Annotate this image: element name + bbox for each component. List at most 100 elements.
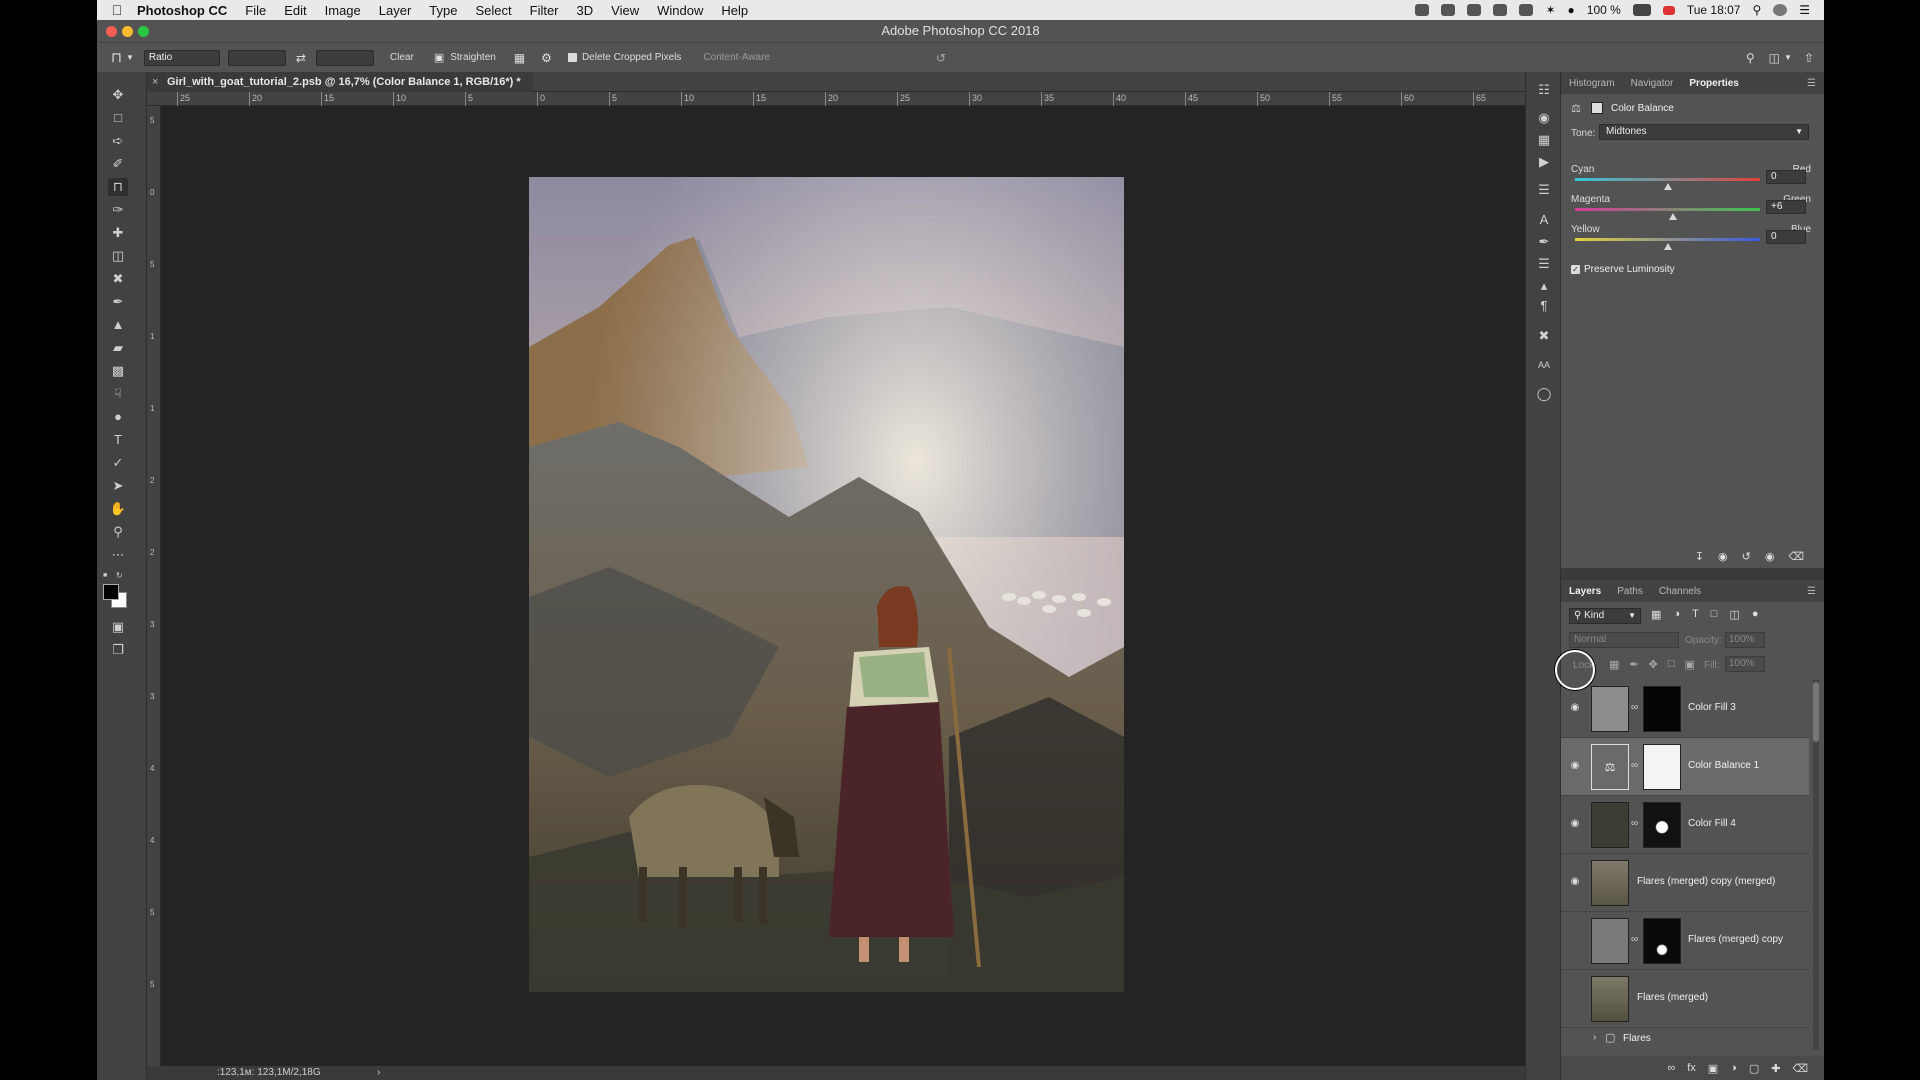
layer-name[interactable]: Flares (merged) copy (merged)	[1637, 876, 1775, 887]
layer-row[interactable]: ◉ ∞ Flares (merged) copy	[1561, 912, 1809, 970]
battery-icon[interactable]	[1632, 4, 1651, 16]
layers-scrollbar-thumb[interactable]	[1813, 682, 1819, 742]
opacity-input[interactable]: 100%	[1725, 632, 1765, 648]
crop-tool-preset-icon[interactable]: ⊓	[111, 49, 122, 66]
canvas-area[interactable]	[161, 106, 1525, 1071]
tab-layers[interactable]: Layers	[1561, 586, 1609, 602]
yellow-blue-value[interactable]: 0	[1766, 230, 1806, 244]
magenta-green-track[interactable]	[1575, 208, 1760, 211]
lock-all-icon[interactable]: ▣	[1685, 658, 1695, 671]
chevron-down-icon[interactable]: ▼	[126, 53, 134, 62]
new-layer-icon[interactable]: ✚	[1771, 1062, 1780, 1075]
menu-view[interactable]: View	[611, 3, 639, 18]
learn-lightbulb-icon[interactable]: ◯	[1536, 386, 1552, 402]
brush-tool-icon[interactable]: ✒	[108, 293, 128, 311]
color-icon[interactable]: ◉	[1536, 110, 1552, 126]
document-size-info[interactable]: :123,1м: 123,1M/2,18G	[217, 1066, 321, 1080]
delete-layer-icon[interactable]: ⌫	[1792, 1062, 1808, 1075]
status-menu-arrow-icon[interactable]: ›	[377, 1066, 380, 1080]
minimize-window-button[interactable]	[122, 26, 133, 37]
spotlight-icon[interactable]: ⚲	[1752, 3, 1761, 17]
new-adjustment-layer-icon[interactable]: ◑	[1730, 1062, 1737, 1074]
group-name[interactable]: Flares	[1623, 1033, 1651, 1044]
menu-type[interactable]: Type	[429, 3, 457, 18]
default-colors-icon[interactable]: ■	[103, 572, 113, 580]
clock[interactable]: Tue 18:07	[1687, 3, 1741, 17]
move-tool-icon[interactable]: ✥	[108, 86, 128, 104]
menu-layer[interactable]: Layer	[379, 3, 412, 18]
layer-name[interactable]: Flares (merged)	[1637, 992, 1708, 1003]
quick-mask-icon[interactable]: ▣	[108, 618, 128, 636]
layer-name[interactable]: Color Fill 3	[1688, 702, 1736, 713]
zoom-window-button[interactable]	[138, 26, 149, 37]
height-input[interactable]	[315, 49, 374, 66]
menu-filter[interactable]: Filter	[530, 3, 559, 18]
menu-window[interactable]: Window	[657, 3, 703, 18]
crop-tool-icon[interactable]: ⊓	[108, 178, 128, 196]
filter-smart-object-icon[interactable]: ◫	[1729, 608, 1739, 621]
hand-tool-icon[interactable]: ✋	[108, 500, 128, 518]
yellow-blue-thumb[interactable]	[1663, 243, 1672, 250]
fill-input[interactable]: 100%	[1725, 656, 1765, 672]
width-input[interactable]	[227, 49, 286, 66]
workspace-icon[interactable]: ◫	[1769, 51, 1780, 65]
layer-row[interactable]: ◉ ∞ Color Fill 3	[1561, 680, 1809, 738]
app-menu[interactable]: Photoshop CC	[137, 3, 227, 18]
layer-visibility-eye-icon[interactable]: ◉	[1569, 818, 1581, 830]
ratio-select[interactable]: Ratio	[143, 49, 220, 66]
character-icon[interactable]: A	[1536, 212, 1552, 228]
delete-cropped-checkbox[interactable]	[567, 53, 577, 62]
notification-center-icon[interactable]: ☰	[1799, 3, 1810, 17]
status-record-icon[interactable]	[1415, 4, 1430, 16]
layers-menu-icon[interactable]: ☰	[1799, 586, 1824, 602]
layer-mask-thumbnail[interactable]	[1643, 918, 1681, 964]
siri-icon[interactable]	[1773, 4, 1788, 16]
lock-image-icon[interactable]: ✒	[1629, 658, 1638, 671]
tab-channels[interactable]: Channels	[1651, 586, 1709, 602]
reset-adjustment-icon[interactable]: ↺	[1742, 550, 1751, 563]
reset-crop-icon[interactable]: ↺	[936, 51, 946, 65]
swap-colors-icon[interactable]: ↻	[116, 571, 126, 581]
layer-row[interactable]: ◉ Flares (merged)	[1561, 970, 1809, 1028]
bluetooth-icon[interactable]: ✶	[1545, 3, 1555, 17]
magenta-green-thumb[interactable]	[1669, 213, 1678, 220]
history-icon[interactable]: ☷	[1536, 82, 1552, 98]
lasso-tool-icon[interactable]: ➪	[108, 132, 128, 150]
dropbox-icon[interactable]	[1441, 4, 1456, 16]
overlay-grid-icon[interactable]: ▦	[514, 51, 525, 65]
layer-visibility-eye-icon[interactable]: ◉	[1569, 934, 1581, 946]
menu-help[interactable]: Help	[721, 3, 748, 18]
toggle-visibility-icon[interactable]: ◉	[1765, 550, 1775, 563]
quick-select-tool-icon[interactable]: ✐	[108, 155, 128, 173]
layer-mask-thumbnail[interactable]	[1643, 744, 1681, 790]
share-icon[interactable]: ⇧	[1804, 51, 1814, 65]
layer-visibility-eye-icon[interactable]: ◉	[1569, 760, 1581, 772]
group-expand-chevron-icon[interactable]: ›	[1593, 1032, 1596, 1043]
straighten-icon[interactable]: ▣	[434, 51, 444, 64]
filter-shape-icon[interactable]: □	[1711, 608, 1718, 621]
gradient-tool-icon[interactable]: ▩	[108, 362, 128, 380]
input-flag-icon[interactable]	[1662, 5, 1675, 15]
magenta-green-value[interactable]: +6	[1766, 200, 1806, 214]
apple-icon[interactable]: 	[97, 2, 137, 18]
cyan-red-value[interactable]: 0	[1766, 170, 1806, 184]
glyphs-icon[interactable]: AA	[1536, 357, 1552, 373]
mask-link-icon[interactable]: ∞	[1631, 934, 1638, 945]
workspace-chevron-icon[interactable]: ▼	[1784, 53, 1792, 62]
layer-row[interactable]: ◉ Flares (merged) copy (merged)	[1561, 854, 1809, 912]
blend-mode-select[interactable]: Normal	[1569, 632, 1679, 648]
clip-to-layer-icon[interactable]: ↧	[1695, 550, 1704, 563]
filter-adjustment-icon[interactable]: ◑	[1673, 608, 1680, 621]
menu-3d[interactable]: 3D	[577, 3, 594, 18]
actions-play-icon[interactable]: ▶	[1536, 154, 1552, 170]
3d-icon[interactable]: ▴	[1536, 278, 1552, 294]
content-aware-label[interactable]: Content-Aware	[703, 52, 770, 63]
link-layers-icon[interactable]: ∞	[1667, 1062, 1675, 1074]
adjustments-icon[interactable]: ☰	[1536, 182, 1552, 198]
healing-brush-tool-icon[interactable]: ✚	[108, 224, 128, 242]
tab-paths[interactable]: Paths	[1609, 586, 1651, 602]
tool-presets-icon[interactable]: ✖	[1536, 328, 1552, 344]
type-tool-icon[interactable]: T	[108, 431, 128, 449]
lock-transparent-icon[interactable]: ▦	[1609, 658, 1619, 671]
delete-adjustment-icon[interactable]: ⌫	[1788, 550, 1804, 563]
